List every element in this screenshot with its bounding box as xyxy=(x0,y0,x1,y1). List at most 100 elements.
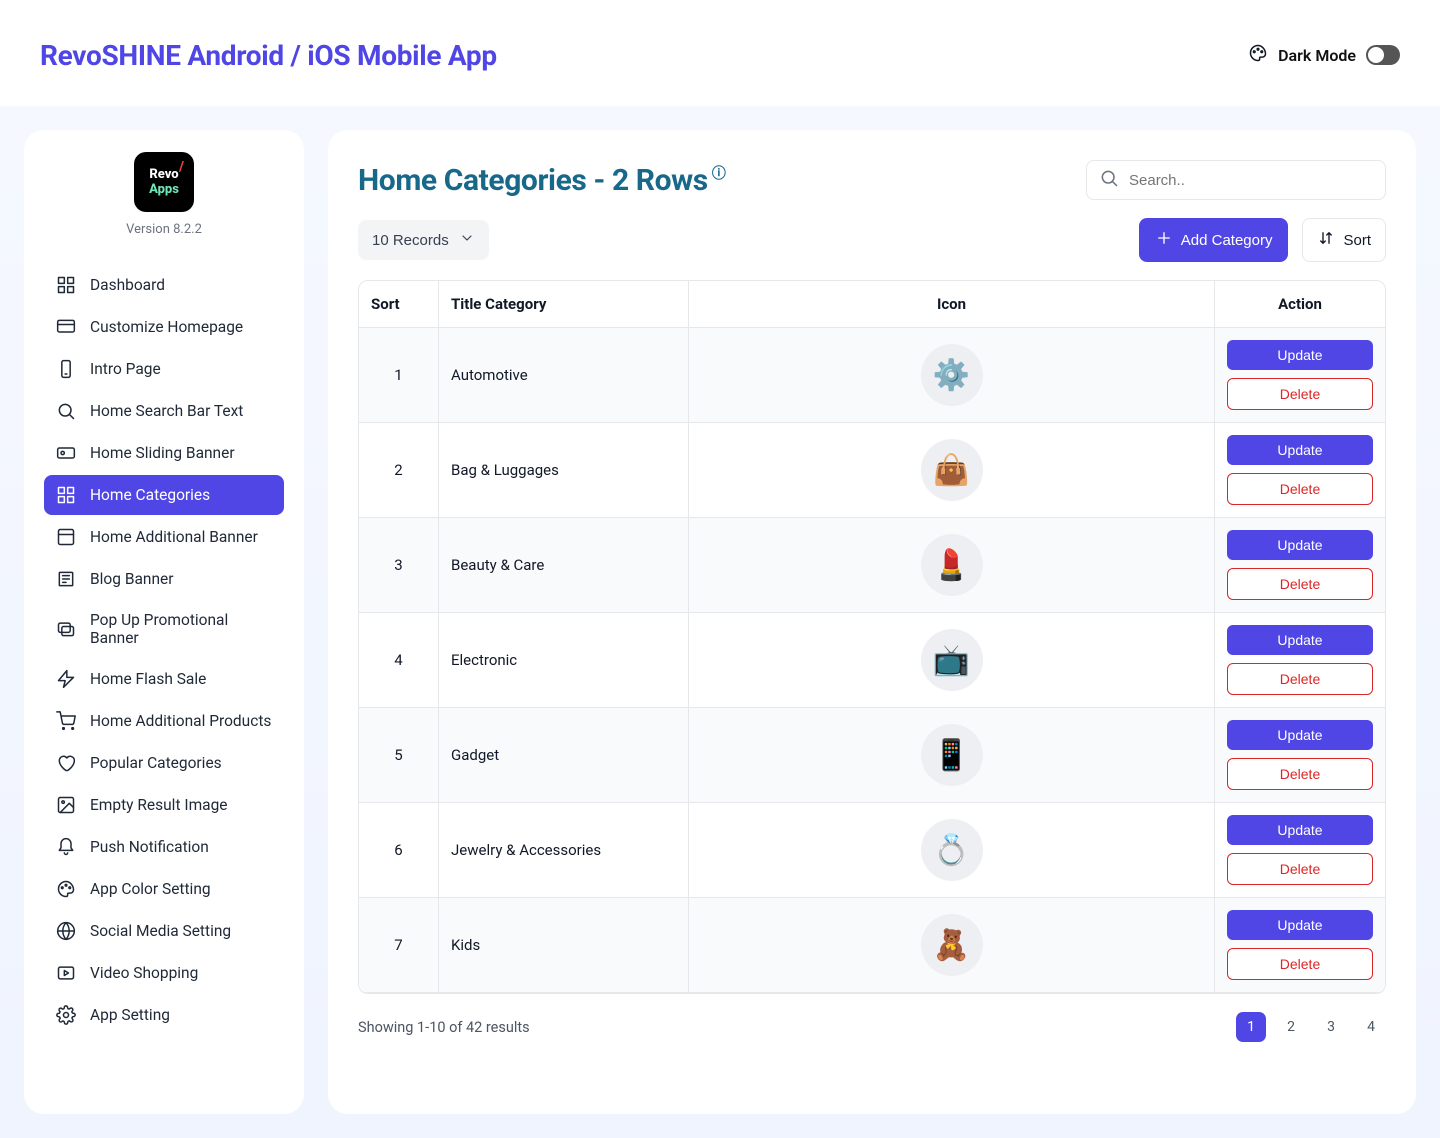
sidebar-item-label: Intro Page xyxy=(90,360,161,378)
category-icon: 💄 xyxy=(921,534,983,596)
delete-button[interactable]: Delete xyxy=(1227,473,1373,505)
page-1[interactable]: 1 xyxy=(1236,1012,1266,1042)
sidebar-item-intro-page[interactable]: Intro Page xyxy=(44,349,284,389)
search-icon xyxy=(1099,168,1119,192)
cell-sort: 5 xyxy=(359,708,439,803)
sidebar-item-home-additional-banner[interactable]: Home Additional Banner xyxy=(44,517,284,557)
nav-icon xyxy=(56,275,76,295)
page-2[interactable]: 2 xyxy=(1276,1012,1306,1042)
cell-sort: 4 xyxy=(359,613,439,708)
sidebar-item-app-setting[interactable]: App Setting xyxy=(44,995,284,1035)
dark-mode-toggle[interactable] xyxy=(1366,45,1400,65)
page-4[interactable]: 4 xyxy=(1356,1012,1386,1042)
page-3[interactable]: 3 xyxy=(1316,1012,1346,1042)
table-row: 7Kids🧸UpdateDelete xyxy=(359,898,1385,993)
category-icon: 📱 xyxy=(921,724,983,786)
page-title: Home Categories - 2 Rowsⓘ xyxy=(358,163,725,198)
cell-title: Automotive xyxy=(439,328,689,423)
update-button[interactable]: Update xyxy=(1227,815,1373,845)
cell-icon: ⚙️ xyxy=(689,328,1215,423)
sidebar-item-label: Push Notification xyxy=(90,838,209,856)
sidebar-item-home-search-bar-text[interactable]: Home Search Bar Text xyxy=(44,391,284,431)
update-button[interactable]: Update xyxy=(1227,910,1373,940)
nav-icon xyxy=(56,619,76,639)
sidebar-item-label: Home Sliding Banner xyxy=(90,444,235,462)
nav-icon xyxy=(56,711,76,731)
table-row: 6Jewelry & Accessories💍UpdateDelete xyxy=(359,803,1385,898)
sidebar-item-app-color-setting[interactable]: App Color Setting xyxy=(44,869,284,909)
search-box[interactable] xyxy=(1086,160,1386,200)
category-icon: 🧸 xyxy=(921,914,983,976)
delete-button[interactable]: Delete xyxy=(1227,378,1373,410)
delete-button[interactable]: Delete xyxy=(1227,663,1373,695)
plus-icon xyxy=(1155,229,1173,251)
update-button[interactable]: Update xyxy=(1227,625,1373,655)
nav-icon xyxy=(56,669,76,689)
sidebar-item-label: Home Search Bar Text xyxy=(90,402,243,420)
sidebar-item-label: Pop Up Promotional Banner xyxy=(90,611,272,647)
nav-icon xyxy=(56,795,76,815)
sidebar-item-label: Empty Result Image xyxy=(90,796,228,814)
sidebar-item-pop-up-promotional-banner[interactable]: Pop Up Promotional Banner xyxy=(44,601,284,657)
sidebar-item-label: Dashboard xyxy=(90,276,165,294)
sidebar-item-popular-categories[interactable]: Popular Categories xyxy=(44,743,284,783)
table-row: 3Beauty & Care 💄 Update Delete xyxy=(359,518,1385,613)
sort-button[interactable]: Sort xyxy=(1302,218,1386,262)
update-button[interactable]: Update xyxy=(1227,720,1373,750)
th-title: Title Category xyxy=(439,281,689,328)
category-icon: 💍 xyxy=(921,819,983,881)
nav-icon xyxy=(56,359,76,379)
nav-icon xyxy=(56,963,76,983)
sidebar-item-video-shopping[interactable]: Video Shopping xyxy=(44,953,284,993)
sidebar-item-label: Home Categories xyxy=(90,486,210,504)
delete-button[interactable]: Delete xyxy=(1227,853,1373,885)
sidebar-item-home-categories[interactable]: Home Categories xyxy=(44,475,284,515)
update-button[interactable]: Update xyxy=(1227,340,1373,370)
sidebar: / Revo Apps Version 8.2.2 DashboardCusto… xyxy=(24,130,304,1114)
table-row: 4Electronic📺UpdateDelete xyxy=(359,613,1385,708)
sidebar-item-blog-banner[interactable]: Blog Banner xyxy=(44,559,284,599)
logo-top: Revo xyxy=(149,168,178,181)
sidebar-item-push-notification[interactable]: Push Notification xyxy=(44,827,284,867)
sidebar-item-home-flash-sale[interactable]: Home Flash Sale xyxy=(44,659,284,699)
cell-icon: 📺 xyxy=(689,613,1215,708)
records-dropdown[interactable]: 10 Records xyxy=(358,220,489,260)
sidebar-item-label: Home Flash Sale xyxy=(90,670,206,688)
categories-table: Sort Title Category Icon Action 1Automot… xyxy=(358,280,1386,994)
cell-icon: 📱 xyxy=(689,708,1215,803)
sidebar-item-label: Video Shopping xyxy=(90,964,198,982)
delete-button[interactable]: Delete xyxy=(1227,948,1373,980)
update-button[interactable]: Update xyxy=(1227,530,1373,560)
sidebar-item-label: Blog Banner xyxy=(90,570,174,588)
category-icon: 📺 xyxy=(921,629,983,691)
sidebar-item-home-sliding-banner[interactable]: Home Sliding Banner xyxy=(44,433,284,473)
add-category-button[interactable]: Add Category xyxy=(1139,218,1289,262)
cell-icon: 💍 xyxy=(689,803,1215,898)
cell-icon: 💄 xyxy=(689,518,1215,613)
sidebar-item-social-media-setting[interactable]: Social Media Setting xyxy=(44,911,284,951)
sidebar-item-empty-result-image[interactable]: Empty Result Image xyxy=(44,785,284,825)
sidebar-item-label: Customize Homepage xyxy=(90,318,243,336)
cell-title: Beauty & Care xyxy=(439,518,689,613)
nav-icon xyxy=(56,1005,76,1025)
cell-title: Jewelry & Accessories xyxy=(439,803,689,898)
cell-sort: 3 xyxy=(359,518,439,613)
nav-icon xyxy=(56,401,76,421)
delete-button[interactable]: Delete xyxy=(1227,568,1373,600)
sidebar-item-home-additional-products[interactable]: Home Additional Products xyxy=(44,701,284,741)
sidebar-item-customize-homepage[interactable]: Customize Homepage xyxy=(44,307,284,347)
sidebar-item-label: Home Additional Banner xyxy=(90,528,258,546)
nav-icon xyxy=(56,837,76,857)
sort-icon xyxy=(1317,229,1335,251)
dark-mode-label: Dark Mode xyxy=(1278,46,1356,65)
cell-sort: 7 xyxy=(359,898,439,993)
update-button[interactable]: Update xyxy=(1227,435,1373,465)
delete-button[interactable]: Delete xyxy=(1227,758,1373,790)
pagination: 1234 xyxy=(1236,1012,1386,1042)
search-input[interactable] xyxy=(1129,172,1373,189)
sidebar-item-label: App Setting xyxy=(90,1006,170,1024)
sidebar-item-dashboard[interactable]: Dashboard xyxy=(44,265,284,305)
nav-icon xyxy=(56,527,76,547)
cell-icon: 🧸 xyxy=(689,898,1215,993)
help-icon[interactable]: ⓘ xyxy=(712,166,726,182)
